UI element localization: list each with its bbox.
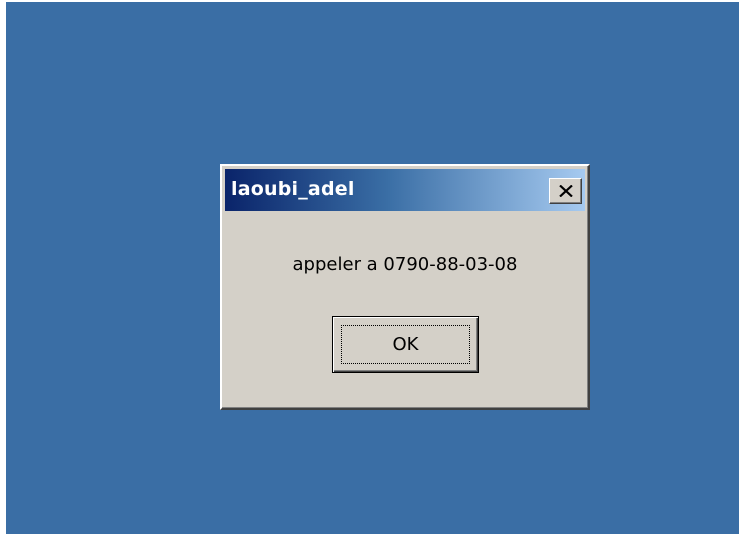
ok-button-label: OK <box>392 334 419 355</box>
close-icon <box>558 185 573 197</box>
message-box-dialog: laoubi_adel appeler a 0790-88-03-08 OK <box>220 164 590 410</box>
ok-button-focus-rect: OK <box>341 325 470 364</box>
dialog-title: laoubi_adel <box>231 178 355 200</box>
close-button[interactable] <box>549 178 582 204</box>
dialog-title-bar[interactable]: laoubi_adel <box>225 169 585 211</box>
desktop: laoubi_adel appeler a 0790-88-03-08 OK <box>6 2 739 534</box>
ok-button[interactable]: OK <box>332 316 479 373</box>
dialog-message: appeler a 0790-88-03-08 <box>292 254 518 275</box>
